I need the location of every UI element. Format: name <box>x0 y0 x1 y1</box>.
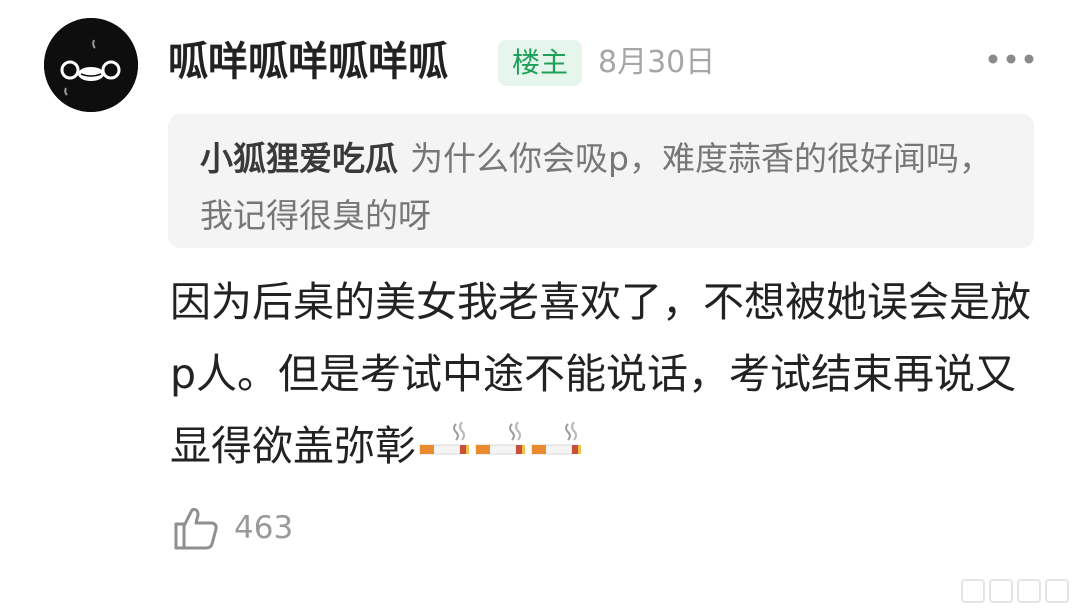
face-avatar-icon <box>44 18 138 112</box>
more-dots-icon <box>988 54 1034 64</box>
comment-date: 8月30日 <box>598 45 716 80</box>
comment-card: 呱咩呱咩呱咩呱 楼主 8月30日 小狐狸爱吃瓜 为什么你会吸p，难度蒜香的很好闻吗… <box>0 0 1080 608</box>
watermark-logo <box>958 568 1080 608</box>
username[interactable]: 呱咩呱咩呱咩呱 <box>168 34 448 90</box>
quoted-reply[interactable]: 小狐狸爱吃瓜 为什么你会吸p，难度蒜香的很好闻吗，我记得很臭的呀 <box>168 114 1034 248</box>
more-options-button[interactable] <box>985 45 1037 73</box>
thumbs-up-icon <box>174 508 218 550</box>
cigarette-emoji <box>418 412 472 484</box>
quoted-author[interactable]: 小狐狸爱吃瓜 <box>200 139 398 178</box>
like-count: 463 <box>234 510 294 546</box>
cigarette-emoji <box>530 412 584 484</box>
cigarette-emoji <box>474 412 528 484</box>
comment-text: 因为后桌的美女我老喜欢了，不想被她误会是放p人。但是考试中途不能说话，考试结束再… <box>170 278 1031 470</box>
comment-content: 因为后桌的美女我老喜欢了，不想被她误会是放p人。但是考试中途不能说话，考试结束再… <box>170 266 1050 484</box>
avatar[interactable] <box>44 18 138 112</box>
like-button[interactable]: 463 <box>172 500 293 556</box>
op-badge: 楼主 <box>498 40 582 86</box>
